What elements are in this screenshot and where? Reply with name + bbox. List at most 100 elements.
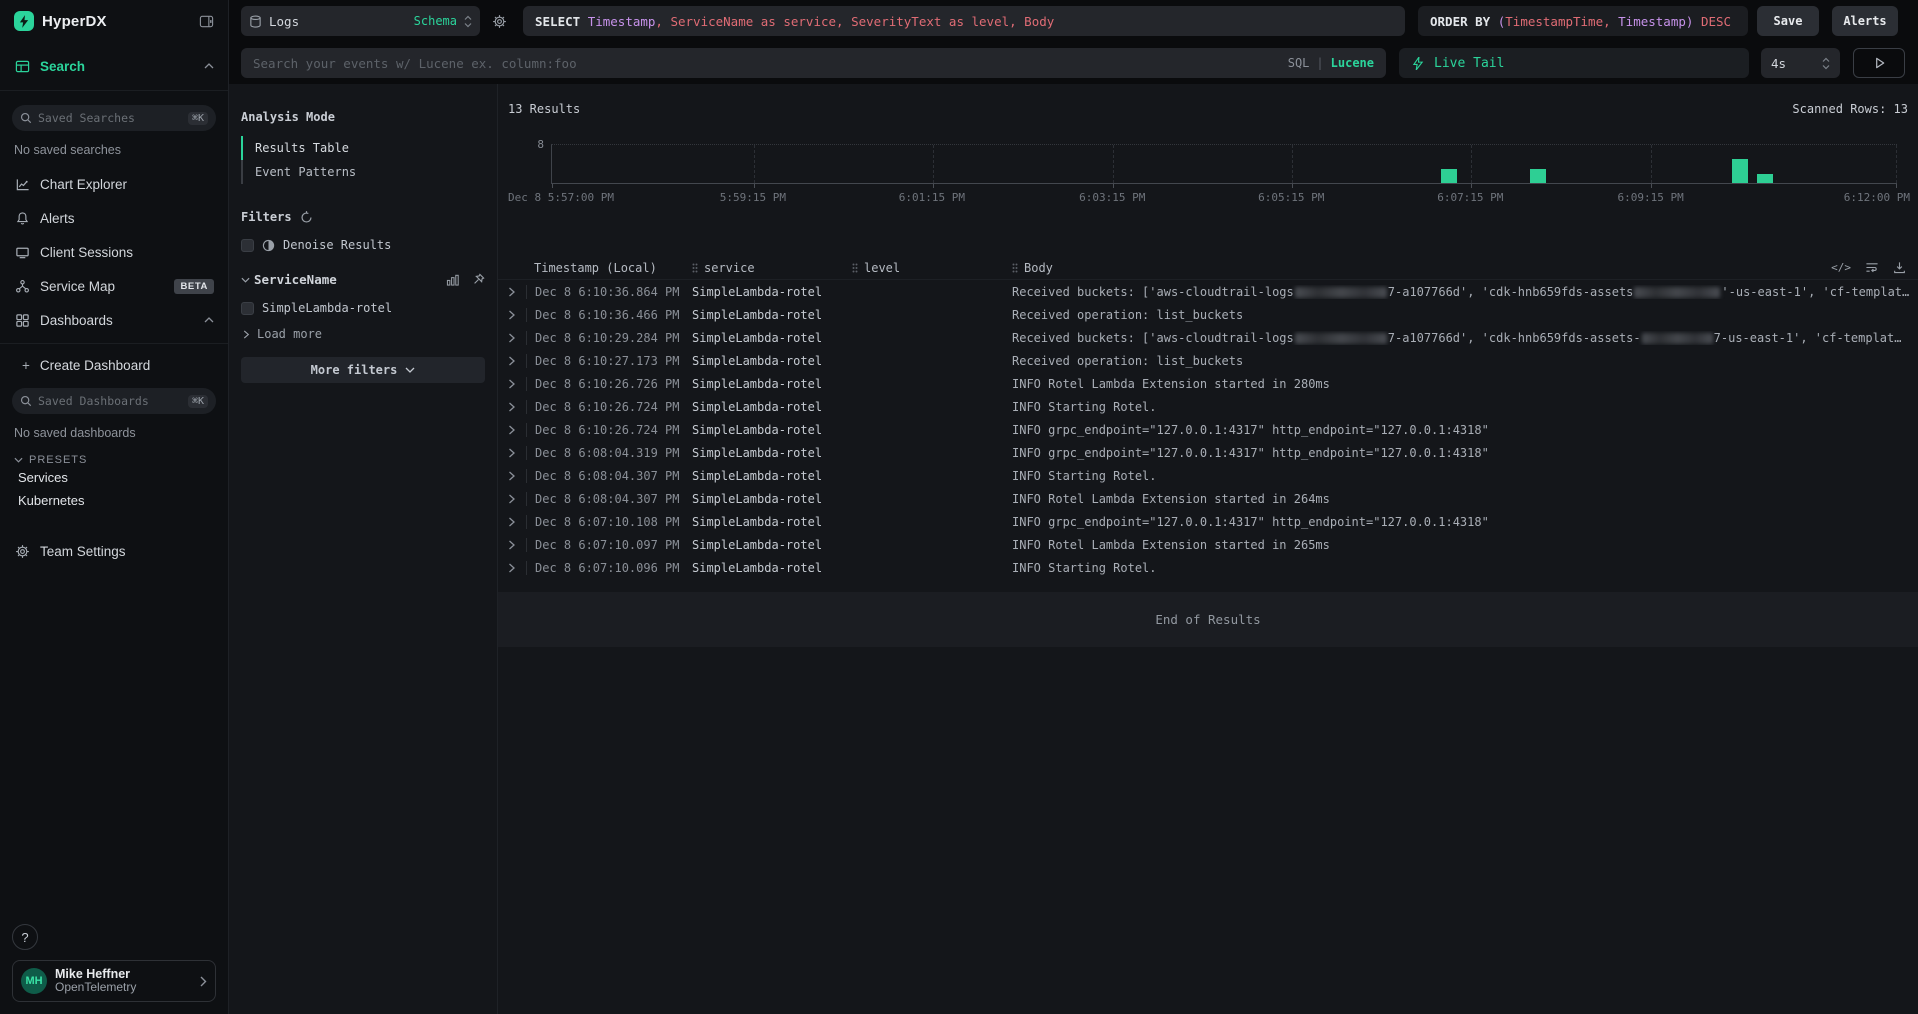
sidebar-item-dashboards[interactable]: Dashboards — [0, 303, 228, 337]
preset-item-kubernetes[interactable]: Kubernetes — [0, 489, 228, 512]
presets-section-toggle[interactable]: PRESETS — [0, 454, 228, 466]
column-level[interactable]: level — [852, 261, 1012, 275]
row-expand-icon[interactable] — [498, 425, 526, 435]
sidebar-item-chart-explorer[interactable]: Chart Explorer — [0, 167, 228, 201]
sql-select-box[interactable]: SELECT Timestamp, ServiceName as service… — [523, 6, 1405, 36]
download-icon[interactable] — [1893, 261, 1906, 274]
row-expand-icon[interactable] — [498, 310, 526, 320]
row-timestamp: Dec 8 6:07:10.097 PM — [526, 538, 692, 552]
source-select[interactable]: Logs Schema — [241, 6, 480, 36]
redacted-text — [1634, 287, 1720, 298]
histogram-bar[interactable] — [1732, 159, 1748, 183]
save-button[interactable]: Save — [1757, 6, 1819, 36]
row-expand-icon[interactable] — [498, 517, 526, 527]
event-search-box[interactable]: SQL | Lucene — [241, 48, 1386, 78]
saved-dashboards-search[interactable]: ⌘K — [12, 388, 216, 414]
chevron-up-icon[interactable] — [204, 63, 214, 69]
gear-icon — [14, 544, 30, 559]
chart-x-tick-label: 6:07:15 PM — [1437, 191, 1503, 204]
histogram-bar[interactable] — [1530, 169, 1546, 183]
histogram-bar[interactable] — [1441, 169, 1457, 183]
table-row[interactable]: Dec 8 6:10:36.466 PMSimpleLambda-rotelRe… — [498, 303, 1918, 326]
schema-link[interactable]: Schema — [414, 14, 457, 28]
denoise-results-toggle[interactable]: Denoise Results — [241, 238, 485, 252]
sidebar-item-alerts[interactable]: Alerts — [0, 201, 228, 235]
chart-gridline — [1113, 145, 1114, 183]
facet-checkbox[interactable] — [241, 302, 254, 315]
row-service: SimpleLambda-rotel — [692, 515, 852, 529]
column-service[interactable]: service — [692, 261, 852, 275]
table-row[interactable]: Dec 8 6:08:04.319 PMSimpleLambda-rotelIN… — [498, 441, 1918, 464]
chevron-up-icon[interactable] — [204, 317, 214, 323]
row-body: Received buckets: ['aws-cloudtrail-logs7… — [1012, 331, 1918, 345]
plus-icon: + — [22, 358, 30, 373]
pin-icon[interactable] — [472, 273, 485, 286]
row-expand-icon[interactable] — [498, 448, 526, 458]
mode-results-table[interactable]: Results Table — [241, 136, 485, 160]
row-expand-icon[interactable] — [498, 540, 526, 550]
table-row[interactable]: Dec 8 6:10:26.724 PMSimpleLambda-rotelIN… — [498, 395, 1918, 418]
row-expand-icon[interactable] — [498, 471, 526, 481]
alerts-button[interactable]: Alerts — [1832, 6, 1898, 36]
play-button[interactable] — [1853, 48, 1905, 78]
table-row[interactable]: Dec 8 6:10:26.724 PMSimpleLambda-rotelIN… — [498, 418, 1918, 441]
facet-value-simplelambda-rotel[interactable]: SimpleLambda-rotel — [241, 301, 485, 315]
drag-handle-icon[interactable] — [1012, 263, 1018, 273]
table-row[interactable]: Dec 8 6:08:04.307 PMSimpleLambda-rotelIN… — [498, 487, 1918, 510]
sql-orderby-box[interactable]: ORDER BY (TimestampTime, Timestamp) DESC — [1418, 6, 1748, 36]
collapse-sidebar-icon[interactable] — [199, 14, 214, 29]
help-button[interactable]: ? — [12, 924, 38, 950]
drag-handle-icon[interactable] — [692, 263, 698, 273]
lucene-mode-option[interactable]: Lucene — [1331, 56, 1374, 70]
table-row[interactable]: Dec 8 6:07:10.108 PMSimpleLambda-rotelIN… — [498, 510, 1918, 533]
table-row[interactable]: Dec 8 6:08:04.307 PMSimpleLambda-rotelIN… — [498, 464, 1918, 487]
results-count: 13 Results — [508, 102, 580, 116]
row-expand-icon[interactable] — [498, 333, 526, 343]
mode-event-patterns[interactable]: Event Patterns — [241, 160, 485, 184]
refresh-interval-select[interactable]: 4s — [1761, 48, 1840, 78]
table-row[interactable]: Dec 8 6:10:29.284 PMSimpleLambda-rotelRe… — [498, 326, 1918, 349]
sql-mode-option[interactable]: SQL — [1288, 56, 1310, 70]
live-tail-button[interactable]: Live Tail — [1399, 48, 1749, 78]
row-expand-icon[interactable] — [498, 379, 526, 389]
column-body[interactable]: Body — [1012, 261, 1831, 275]
table-row[interactable]: Dec 8 6:10:27.173 PMSimpleLambda-rotelRe… — [498, 349, 1918, 372]
table-row[interactable]: Dec 8 6:10:36.864 PMSimpleLambda-rotelRe… — [498, 280, 1918, 303]
row-expand-icon[interactable] — [498, 287, 526, 297]
bar-chart-icon[interactable] — [446, 273, 460, 286]
row-expand-icon[interactable] — [498, 356, 526, 366]
column-timestamp[interactable]: Timestamp (Local) — [526, 261, 692, 275]
histogram-bar[interactable] — [1757, 174, 1773, 184]
logo-row: HyperDX — [0, 0, 228, 42]
chart-x-tick-label: 5:59:15 PM — [720, 191, 786, 204]
sidebar-item-client-sessions[interactable]: Client Sessions — [0, 235, 228, 269]
drag-handle-icon[interactable] — [852, 263, 858, 273]
table-row[interactable]: Dec 8 6:10:26.726 PMSimpleLambda-rotelIN… — [498, 372, 1918, 395]
preset-item-services[interactable]: Services — [0, 466, 228, 489]
denoise-checkbox[interactable] — [241, 239, 254, 252]
facet-servicename-header[interactable]: ServiceName — [241, 272, 485, 287]
saved-searches-input[interactable] — [38, 111, 182, 125]
saved-dashboards-input[interactable] — [38, 394, 182, 408]
load-more-button[interactable]: Load more — [243, 327, 485, 341]
source-settings-button[interactable] — [492, 14, 507, 29]
saved-searches-search[interactable]: ⌘K — [12, 105, 216, 131]
row-body: INFO grpc_endpoint="127.0.0.1:4317" http… — [1012, 446, 1918, 460]
refresh-icon[interactable] — [300, 211, 313, 224]
user-menu[interactable]: MH Mike Heffner OpenTelemetry — [12, 960, 216, 1002]
sidebar-item-service-map[interactable]: Service Map BETA — [0, 269, 228, 303]
wrap-lines-icon[interactable] — [1865, 261, 1879, 274]
more-filters-button[interactable]: More filters — [241, 357, 485, 383]
create-dashboard-button[interactable]: + Create Dashboard — [0, 348, 228, 382]
row-expand-icon[interactable] — [498, 563, 526, 573]
sidebar-item-team-settings[interactable]: Team Settings — [0, 534, 228, 568]
row-expand-icon[interactable] — [498, 402, 526, 412]
sidebar-item-search[interactable]: Search — [0, 48, 228, 84]
chart-plot[interactable] — [551, 144, 1897, 184]
row-timestamp: Dec 8 6:10:29.284 PM — [526, 331, 692, 345]
row-expand-icon[interactable] — [498, 494, 526, 504]
event-search-input[interactable] — [253, 56, 1280, 71]
table-row[interactable]: Dec 8 6:07:10.096 PMSimpleLambda-rotelIN… — [498, 556, 1918, 579]
code-view-icon[interactable]: </> — [1831, 261, 1851, 274]
table-row[interactable]: Dec 8 6:07:10.097 PMSimpleLambda-rotelIN… — [498, 533, 1918, 556]
